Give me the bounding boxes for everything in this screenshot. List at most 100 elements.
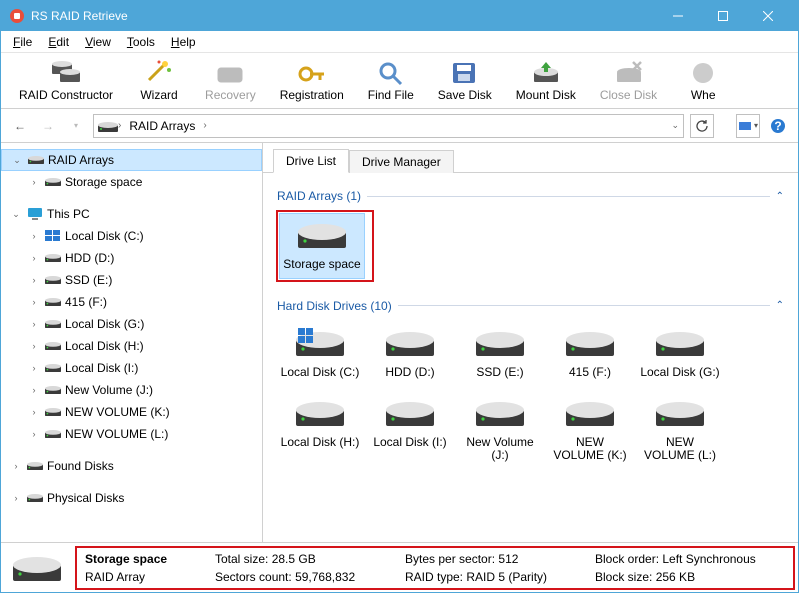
maximize-button[interactable] [700,1,745,31]
expand-icon[interactable]: › [27,177,41,187]
drive-icon [27,490,43,506]
drive-storage-space[interactable]: Storage space [279,213,365,279]
toolbar-label: Find File [368,88,414,102]
drive-new-volume-l-[interactable]: NEW VOLUME (L:) [637,391,723,471]
tree-local-disk-g-[interactable]: ›Local Disk (G:) [1,313,262,335]
nav-forward[interactable]: → [37,115,59,137]
tree-storage-space[interactable]: › Storage space [1,171,262,193]
drive-local-disk-h-[interactable]: Local Disk (H:) [277,391,363,471]
tree-this-pc[interactable]: ⌄ This PC [1,203,262,225]
menu-help[interactable]: Help [163,33,204,51]
tree-local-disk-c-[interactable]: › Local Disk (C:) [1,225,262,247]
drive-ssd-e-[interactable]: SSD (E:) [457,321,543,387]
tree-415-f-[interactable]: ›415 (F:) [1,291,262,313]
window-title: RS RAID Retrieve [31,9,655,23]
toolbar-wizard[interactable]: Wizard [125,58,193,104]
menu-edit[interactable]: Edit [40,33,77,51]
drive-label: NEW VOLUME (L:) [640,436,720,464]
collapse-icon[interactable]: ⌄ [10,155,24,166]
tree-local-disk-i-[interactable]: ›Local Disk (I:) [1,357,262,379]
chevron-down-icon[interactable]: ⌄ [671,120,679,131]
tree-label: Local Disk (C:) [65,229,144,243]
status-raidtype-label: RAID type: [405,570,463,584]
toolbar-save-disk[interactable]: Save Disk [426,58,504,104]
magnify-icon [375,60,407,86]
drive-label: Local Disk (H:) [281,436,360,450]
tree-new-volume-k-[interactable]: › NEW VOLUME (K:) [1,401,262,423]
expand-icon[interactable]: › [27,407,41,417]
tree-new-volume-l-[interactable]: ›NEW VOLUME (L:) [1,423,262,445]
drives-icon [50,60,82,86]
status-order-label: Block order: [595,552,659,566]
status-sectors-label: Sectors count: [215,570,292,584]
drive-local-disk-g-[interactable]: Local Disk (G:) [637,321,723,387]
tree-ssd-e-[interactable]: ›SSD (E:) [1,269,262,291]
breadcrumb-item[interactable]: RAID Arrays [125,117,199,135]
tree-hdd-d-[interactable]: › HDD (D:) [1,247,262,269]
close-button[interactable] [745,1,790,31]
drive-icon [45,338,61,354]
tree-label: Found Disks [47,459,114,473]
view-options-button[interactable]: ▾ [736,114,760,138]
tab-drive-list[interactable]: Drive List [273,149,349,173]
toolbar-label: Whe [691,88,716,102]
expand-icon[interactable]: › [27,231,41,241]
drive-label: SSD (E:) [476,366,523,380]
drive-icon [45,404,61,420]
group-hdd: Hard Disk Drives (10) ⌃ [277,299,784,313]
toolbar-raid-constructor[interactable]: RAID Constructor [7,58,125,104]
nav-back[interactable]: ← [9,115,31,137]
menu-tools[interactable]: Tools [119,33,163,51]
tree-raid-arrays[interactable]: ⌄ RAID Arrays [1,149,262,171]
expand-icon[interactable]: › [27,429,41,439]
drive-local-disk-c-[interactable]: Local Disk (C:) [277,321,363,387]
drive-new-volume-k-[interactable]: NEW VOLUME (K:) [547,391,633,471]
minimize-button[interactable] [655,1,700,31]
status-type: RAID Array [85,570,145,584]
nav-history-dropdown[interactable]: ▾ [65,115,87,137]
app-icon [9,8,25,24]
drive-415-f-[interactable]: 415 (F:) [547,321,633,387]
statusbar: Storage space Total size: 28.5 GB Bytes … [1,542,798,592]
tab-drive-manager[interactable]: Drive Manager [349,150,454,173]
tree-physical-disks[interactable]: › Physical Disks [1,487,262,509]
sidebar-tree: ⌄ RAID Arrays › Storage space ⌄ This PC … [1,143,263,542]
menu-file[interactable]: File [5,33,40,51]
drive-icon [45,316,61,332]
drive-new-volume-j-[interactable]: New Volume (J:) [457,391,543,471]
tree-label: HDD (D:) [65,251,114,265]
expand-icon[interactable]: › [27,363,41,373]
expand-icon[interactable]: › [27,253,41,263]
toolbar-find-file[interactable]: Find File [356,58,426,104]
breadcrumb[interactable]: › RAID Arrays › ⌄ [93,114,684,138]
drive-hdd-d-[interactable]: HDD (D:) [367,321,453,387]
tree-local-disk-h-[interactable]: ›Local Disk (H:) [1,335,262,357]
collapse-icon[interactable]: ⌄ [9,209,23,220]
collapse-group-icon[interactable]: ⌃ [776,191,784,202]
drive-local-disk-i-[interactable]: Local Disk (I:) [367,391,453,471]
drive-label: Local Disk (G:) [640,366,719,380]
menu-view[interactable]: View [77,33,119,51]
expand-icon[interactable]: › [27,319,41,329]
wand-icon [143,60,175,86]
chevron-right-icon: › [203,120,206,131]
toolbar-mount-disk[interactable]: Mount Disk [504,58,588,104]
expand-icon[interactable]: › [27,385,41,395]
expand-icon[interactable]: › [27,275,41,285]
help-button[interactable]: ? [766,114,790,138]
tree-new-volume-j-[interactable]: ›New Volume (J:) [1,379,262,401]
toolbar-recovery: Recovery [193,58,268,104]
expand-icon[interactable]: › [9,493,23,503]
drive-label: HDD (D:) [385,366,434,380]
toolbar-whe[interactable]: Whe [669,58,737,104]
collapse-group-icon[interactable]: ⌃ [776,300,784,311]
expand-icon[interactable]: › [27,341,41,351]
toolbar-label: Close Disk [600,88,657,102]
toolbar-registration[interactable]: Registration [268,58,356,104]
tree-found-disks[interactable]: › Found Disks [1,455,262,477]
expand-icon[interactable]: › [27,297,41,307]
tree-label: NEW VOLUME (K:) [65,405,170,419]
drive-icon [27,458,43,474]
expand-icon[interactable]: › [9,461,23,471]
refresh-button[interactable] [690,114,714,138]
